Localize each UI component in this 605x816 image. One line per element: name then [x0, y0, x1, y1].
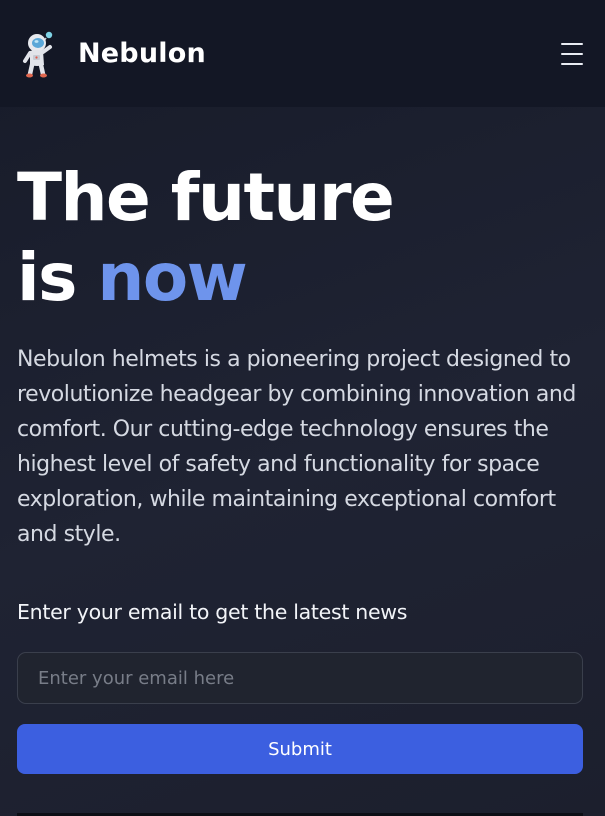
- headline-accent-word: now: [97, 239, 247, 316]
- email-input[interactable]: [17, 652, 583, 704]
- newsletter-label: Enter your email to get the latest news: [17, 600, 408, 624]
- menu-bar: [561, 62, 583, 65]
- hero-section: The future is now Nebulon helmets is a p…: [17, 158, 589, 552]
- brand-name[interactable]: Nebulon: [78, 38, 206, 69]
- headline-line-1: The future: [17, 159, 395, 236]
- hero-headline: The future is now: [17, 158, 589, 318]
- astronaut-icon[interactable]: [20, 29, 58, 79]
- hero-description: Nebulon helmets is a pioneering project …: [17, 347, 576, 547]
- menu-bar: [561, 52, 583, 55]
- navbar: Nebulon: [0, 0, 605, 107]
- page: Nebulon The future is now Nebulon helmet…: [0, 0, 605, 816]
- menu-bar: [561, 42, 583, 45]
- hamburger-menu-icon[interactable]: [561, 42, 587, 65]
- headline-line-2-prefix: is: [17, 239, 98, 316]
- submit-button[interactable]: Submit: [17, 724, 583, 774]
